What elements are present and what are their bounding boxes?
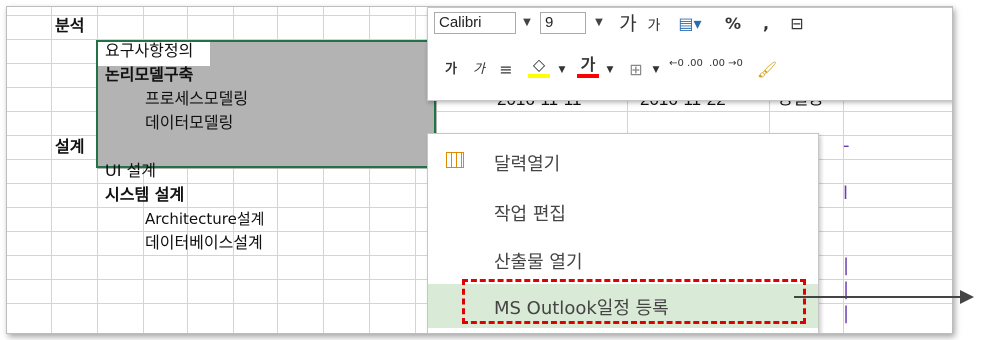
calendar-icon — [446, 152, 464, 168]
font-name-box[interactable]: Calibri — [434, 12, 516, 34]
borders-icon[interactable]: ⊞ — [624, 58, 648, 82]
chevron-down-icon[interactable]: ▼ — [556, 58, 568, 82]
font-color-icon[interactable]: 가 — [574, 56, 602, 80]
menu-item-open-calendar[interactable]: 달력열기 — [428, 140, 818, 184]
task-row-data-modeling[interactable]: 데이터모델링 — [145, 112, 233, 134]
arrow-right-icon — [960, 290, 974, 304]
task-row-process-modeling[interactable]: 프로세스모델링 — [145, 88, 248, 110]
fill-color-icon[interactable]: ◇ — [524, 56, 554, 80]
mini-toolbar: Calibri ▼ 9 ▼ 가 가 ▤▾ % , ⊟ 가 가 ≡ ◇ ▼ 가 ▼… — [427, 7, 952, 101]
wrap-text-icon[interactable]: ⊟ — [784, 12, 810, 36]
percent-style-button[interactable]: % — [720, 12, 746, 36]
shrink-font-button[interactable]: 가 — [644, 14, 664, 38]
partial-cell-text: - — [843, 135, 850, 156]
partial-cell-text: | — [843, 303, 850, 324]
font-color-letter: 가 — [580, 55, 596, 74]
italic-button[interactable]: 가 — [468, 58, 490, 82]
menu-item-label: 달력열기 — [494, 154, 561, 175]
task-row-database-design[interactable]: 데이터베이스설계 — [145, 232, 263, 254]
task-row-system-design[interactable]: 시스템 설계 — [105, 184, 184, 206]
format-painter-style-icon[interactable]: ▤▾ — [672, 12, 708, 36]
menu-item-edit-task[interactable]: 작업 편집 — [428, 190, 818, 234]
task-row-analysis[interactable]: 분석 — [55, 15, 84, 37]
menu-item-label: 작업 편집 — [494, 204, 566, 225]
partial-cell-text: l — [843, 183, 849, 204]
chevron-down-icon[interactable]: ▼ — [588, 12, 610, 34]
chevron-down-icon[interactable]: ▼ — [516, 12, 538, 34]
format-painter-icon[interactable]: 🖌 — [754, 58, 780, 82]
task-row-design[interactable]: 설계 — [55, 136, 84, 158]
task-row-ui-design[interactable]: UI 설계 — [105, 160, 156, 182]
decimal-increase-button[interactable]: ←0 .00 — [668, 58, 704, 82]
grow-font-button[interactable]: 가 — [616, 12, 640, 36]
chevron-down-icon[interactable]: ▼ — [650, 58, 662, 82]
spreadsheet-window: 분석 요구사항정의 논리모델구축 프로세스모델링 데이터모델링 설계 UI 설계… — [6, 6, 953, 334]
menu-item-label: 산출물 열기 — [494, 252, 583, 273]
decimal-decrease-button[interactable]: .00 →0 — [708, 58, 744, 82]
font-size-box[interactable]: 9 — [540, 12, 586, 34]
partial-cell-text: | — [843, 255, 850, 276]
menu-item-open-deliverable[interactable]: 산출물 열기 — [428, 238, 818, 282]
task-row-logical-model[interactable]: 논리모델구축 — [105, 64, 193, 86]
task-row-architecture[interactable]: Architecture설계 — [145, 208, 264, 230]
bold-button[interactable]: 가 — [440, 58, 462, 82]
chevron-down-icon[interactable]: ▼ — [604, 58, 616, 82]
align-center-icon[interactable]: ≡ — [494, 58, 518, 82]
callout-arrow — [794, 296, 964, 298]
callout-highlight-box — [462, 279, 806, 324]
task-row-requirements[interactable]: 요구사항정의 — [105, 40, 193, 62]
comma-style-button[interactable]: , — [756, 12, 776, 36]
